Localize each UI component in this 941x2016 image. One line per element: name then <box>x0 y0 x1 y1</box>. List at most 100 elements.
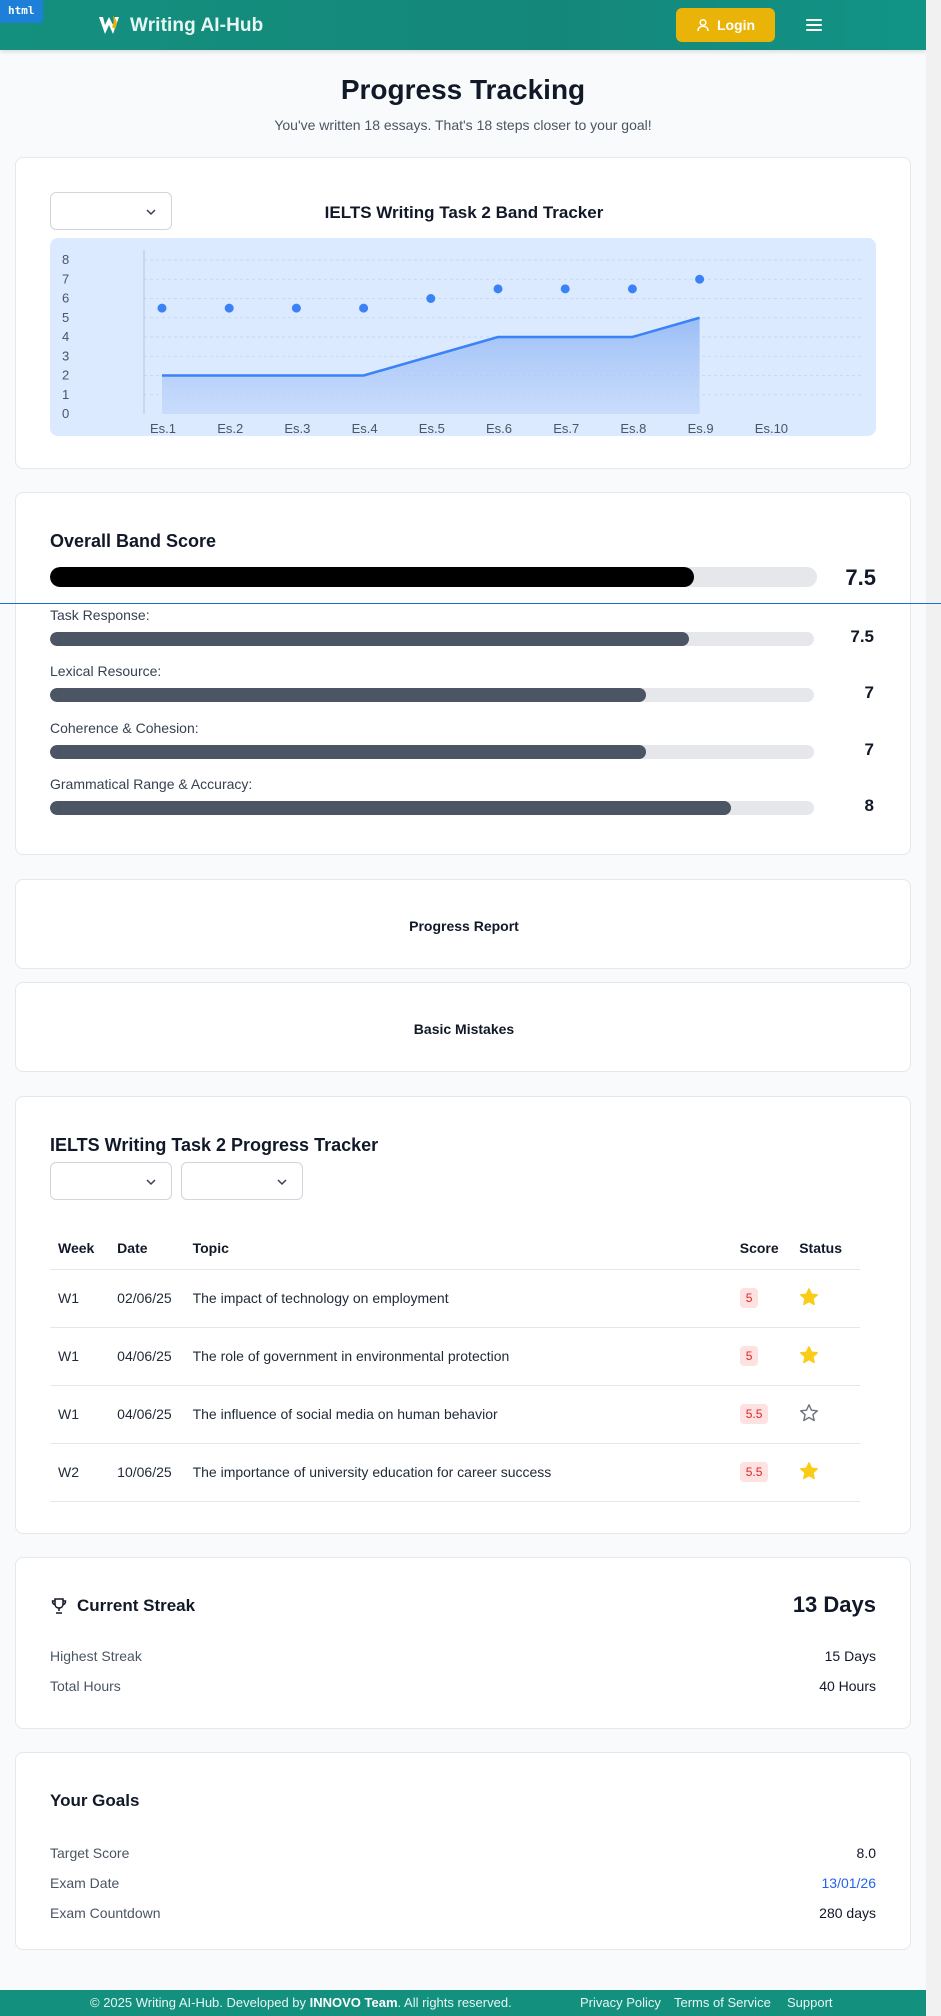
table-row[interactable]: W1 04/06/25 The role of government in envi… <box>50 1327 860 1386</box>
x-tick-label: Es.10 <box>755 421 788 436</box>
overall-score-card: Overall Band Score 7.5 Task Response: 7.5… <box>15 492 911 855</box>
week-cell: W2 <box>50 1443 110 1502</box>
hamburger-menu-icon[interactable] <box>804 15 824 35</box>
top-navbar: Writing AI-Hub Login <box>0 0 926 50</box>
status-cell <box>791 1443 860 1502</box>
x-tick-label: Es.2 <box>217 421 243 436</box>
devtools-html-tag: html <box>0 0 43 23</box>
x-tick-label: Es.6 <box>486 421 512 436</box>
topic-cell: The role of government in environmental … <box>184 1327 732 1386</box>
streak-title: Current Streak <box>77 1596 196 1615</box>
y-tick-label: 4 <box>62 329 69 344</box>
footer: © 2025 Writing AI-Hub. Developed by INNO… <box>0 1990 926 2016</box>
area-fill <box>162 317 700 414</box>
y-tick-label: 0 <box>62 406 69 421</box>
column-header[interactable]: Week <box>50 1227 110 1270</box>
score-cell: 5 <box>731 1327 792 1386</box>
total-hours-label: Total Hours <box>50 1678 121 1694</box>
page-title: Progress Tracking <box>340 74 586 105</box>
column-header[interactable]: Topic <box>184 1227 732 1270</box>
x-tick-label: Es.5 <box>419 421 445 436</box>
guide-line <box>0 603 941 604</box>
x-tick-label: Es.4 <box>352 421 378 436</box>
criterion-progress-fill <box>50 745 646 759</box>
progress-report-card[interactable]: Progress Report <box>15 879 911 969</box>
column-header[interactable]: Date <box>109 1227 185 1270</box>
brand[interactable]: Writing AI-Hub <box>96 13 263 39</box>
status-cell <box>791 1269 860 1328</box>
table-row[interactable]: W1 04/06/25 The influence of social media … <box>50 1385 860 1444</box>
goals-title: Your Goals <box>50 1791 140 1810</box>
topic-cell: The importance of university education f… <box>184 1443 732 1502</box>
table-header-row: Week Date Topic Score Status <box>50 1227 860 1270</box>
date-cell: 04/06/25 <box>109 1327 185 1386</box>
overall-score-value: 7.5 <box>845 565 876 590</box>
topic-cell: The impact of technology on employment <box>184 1269 732 1328</box>
criterion-score: 7.5 <box>850 627 874 646</box>
scrollbar-track[interactable] <box>926 0 941 2016</box>
criterion-progress-fill <box>50 801 732 815</box>
criterion-progress-fill <box>50 688 646 702</box>
data-point <box>291 303 301 313</box>
star-filled-icon[interactable] <box>799 1461 819 1481</box>
overall-progress-fill <box>50 567 695 587</box>
y-tick-label: 6 <box>62 291 69 306</box>
data-point <box>224 303 234 313</box>
week-filter-select[interactable] <box>50 1162 172 1200</box>
table-row[interactable]: W2 10/06/25 The importance of university e… <box>50 1443 860 1502</box>
tracker-title: IELTS Writing Task 2 Progress Tracker <box>50 1135 379 1155</box>
y-tick-label: 1 <box>62 387 69 402</box>
topic-cell: The influence of social media on human b… <box>184 1385 732 1444</box>
date-cell: 04/06/25 <box>109 1385 185 1444</box>
column-header[interactable]: Score <box>731 1227 792 1270</box>
star-filled-icon[interactable] <box>799 1345 819 1365</box>
tracker-table-wrap[interactable]: Week Date Topic Score Status W1 02/06/25 T… <box>50 1227 860 1502</box>
support-link[interactable]: Support <box>787 1995 833 2010</box>
basic-mistakes-card[interactable]: Basic Mistakes <box>15 982 911 1072</box>
score-cell: 5.5 <box>731 1385 792 1444</box>
privacy-policy-link[interactable]: Privacy Policy <box>580 1995 661 2010</box>
chevron-down-icon <box>146 1179 156 1186</box>
criterion-progress-bar <box>50 801 814 815</box>
criterion-progress-bar <box>50 688 814 702</box>
chevron-down-icon <box>277 1179 287 1186</box>
score-badge: 5 <box>739 1288 759 1308</box>
goals-card: Your Goals Target Score 8.0 Exam Date 13… <box>15 1752 911 1950</box>
y-tick-label: 8 <box>62 252 69 267</box>
band-chart: 0 1 2 3 4 5 6 7 8 Es.1 Es.2 Es.3 Es.4 Es.5 Es.6 Es.7 Es.… <box>50 238 876 436</box>
star-filled-icon[interactable] <box>799 1287 819 1307</box>
score-cell: 5.5 <box>731 1443 792 1502</box>
data-point <box>695 274 705 284</box>
exam-date-value[interactable]: 13/01/26 <box>822 1875 877 1891</box>
score-badge: 5.5 <box>739 1404 769 1424</box>
table-row[interactable]: W1 02/06/25 The impact of technology on em… <box>50 1269 860 1328</box>
footer-copyright: © 2025 Writing AI-Hub. Developed by INNO… <box>90 1995 512 2010</box>
column-header[interactable]: Status <box>791 1227 860 1270</box>
exam-countdown-value: 280 days <box>819 1905 876 1921</box>
terms-of-service-link[interactable]: Terms of Service <box>674 1995 771 2010</box>
brand-logo-icon <box>99 16 119 34</box>
streak-value: 13 Days <box>792 1592 876 1617</box>
date-cell: 02/06/25 <box>109 1269 185 1328</box>
score-cell: 5 <box>731 1269 792 1328</box>
score-filter-select[interactable] <box>181 1162 303 1200</box>
streak-card: Current Streak 13 Days Highest Streak 15… <box>15 1557 911 1729</box>
page-subtitle: You've written 18 essays. That's 18 step… <box>274 117 652 133</box>
star-outline-icon[interactable] <box>799 1403 819 1423</box>
progress-report-label: Progress Report <box>409 918 519 934</box>
status-cell <box>791 1327 860 1386</box>
tracker-table: Week Date Topic Score Status W1 02/06/25 T… <box>50 1227 860 1502</box>
criterion-score: 8 <box>864 796 874 815</box>
x-tick-label: Es.8 <box>620 421 646 436</box>
basic-mistakes-label: Basic Mistakes <box>413 1021 515 1037</box>
data-point <box>560 284 570 294</box>
y-tick-label: 7 <box>62 271 69 286</box>
x-tick-label: Es.9 <box>688 421 714 436</box>
band-chart-svg: 0 1 2 3 4 5 6 7 8 Es.1 Es.2 Es.3 Es.4 Es.5 Es.6 Es.7 Es.… <box>62 250 862 436</box>
criterion-score: 7 <box>864 740 874 759</box>
x-tick-label: Es.3 <box>284 421 310 436</box>
y-tick-label: 5 <box>62 310 69 325</box>
data-point <box>627 284 637 294</box>
login-button[interactable]: Login <box>676 8 775 42</box>
brand-name: Writing AI-Hub <box>130 15 264 36</box>
